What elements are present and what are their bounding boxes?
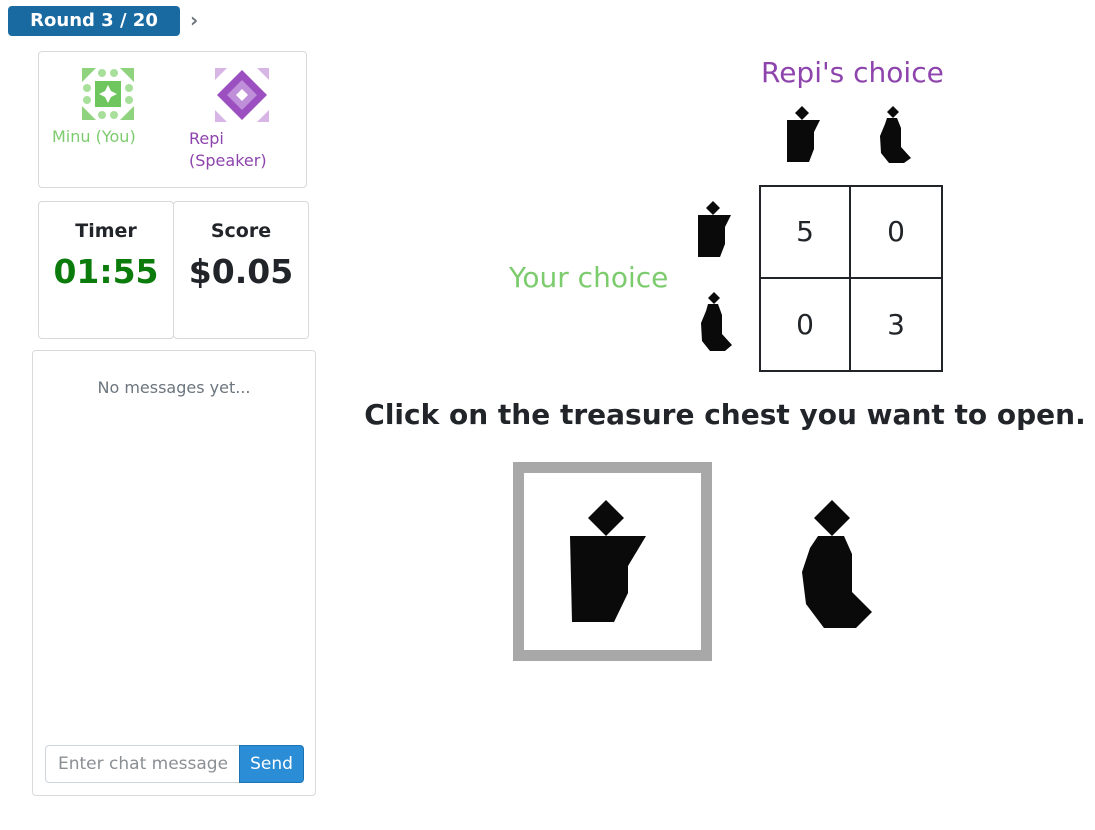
payoff-matrix: 5 0 0 3: [759, 185, 943, 372]
player-you: Minu (You): [52, 68, 136, 148]
players-card: Minu (You) Repi (Speaker): [38, 51, 307, 188]
score-value: $0.05: [188, 252, 294, 291]
payoff-cell: 0: [761, 278, 851, 370]
player-partner-role: (Speaker): [189, 151, 267, 170]
purple-quilt-avatar-icon: [215, 68, 269, 122]
flat-top-shape-icon: [698, 201, 731, 257]
timer-card: Timer 01:55: [38, 201, 174, 339]
chat-input[interactable]: [45, 745, 239, 783]
payoff-cell: 0: [851, 187, 941, 279]
payoff-cell: 3: [887, 307, 905, 341]
flat-top-shape-icon: [787, 106, 820, 162]
partner-choice-header: Repi's choice: [761, 56, 944, 89]
send-button[interactable]: Send: [239, 745, 304, 783]
round-bottom-shape-icon: [701, 292, 732, 351]
score-label: Score: [210, 220, 272, 242]
round-bottom-shape-icon: [880, 106, 911, 163]
chest-option-flat-top[interactable]: [513, 462, 712, 661]
flat-top-shape-icon: [570, 500, 646, 622]
round-bottom-shape-icon: [802, 500, 872, 628]
green-quilt-avatar-icon: [82, 68, 134, 120]
your-choice-header: Your choice: [509, 261, 669, 294]
chest-option-round-bottom[interactable]: [780, 490, 890, 640]
player-partner-name: Repi (Speaker): [189, 128, 269, 172]
chevron-right-icon[interactable]: ›: [190, 8, 206, 32]
timer-label: Timer: [75, 220, 137, 242]
instruction-text: Click on the treasure chest you want to …: [364, 398, 1086, 431]
payoff-cell: 5: [761, 187, 851, 279]
player-partner: Repi (Speaker): [189, 68, 269, 172]
timer-value: 01:55: [53, 252, 159, 291]
chat-empty-message: No messages yet...: [97, 378, 251, 397]
player-you-name: Minu (You): [52, 127, 136, 146]
score-card: Score $0.05: [173, 201, 309, 339]
round-badge: Round 3 / 20: [8, 6, 180, 36]
player-partner-name-line1: Repi: [189, 129, 224, 148]
